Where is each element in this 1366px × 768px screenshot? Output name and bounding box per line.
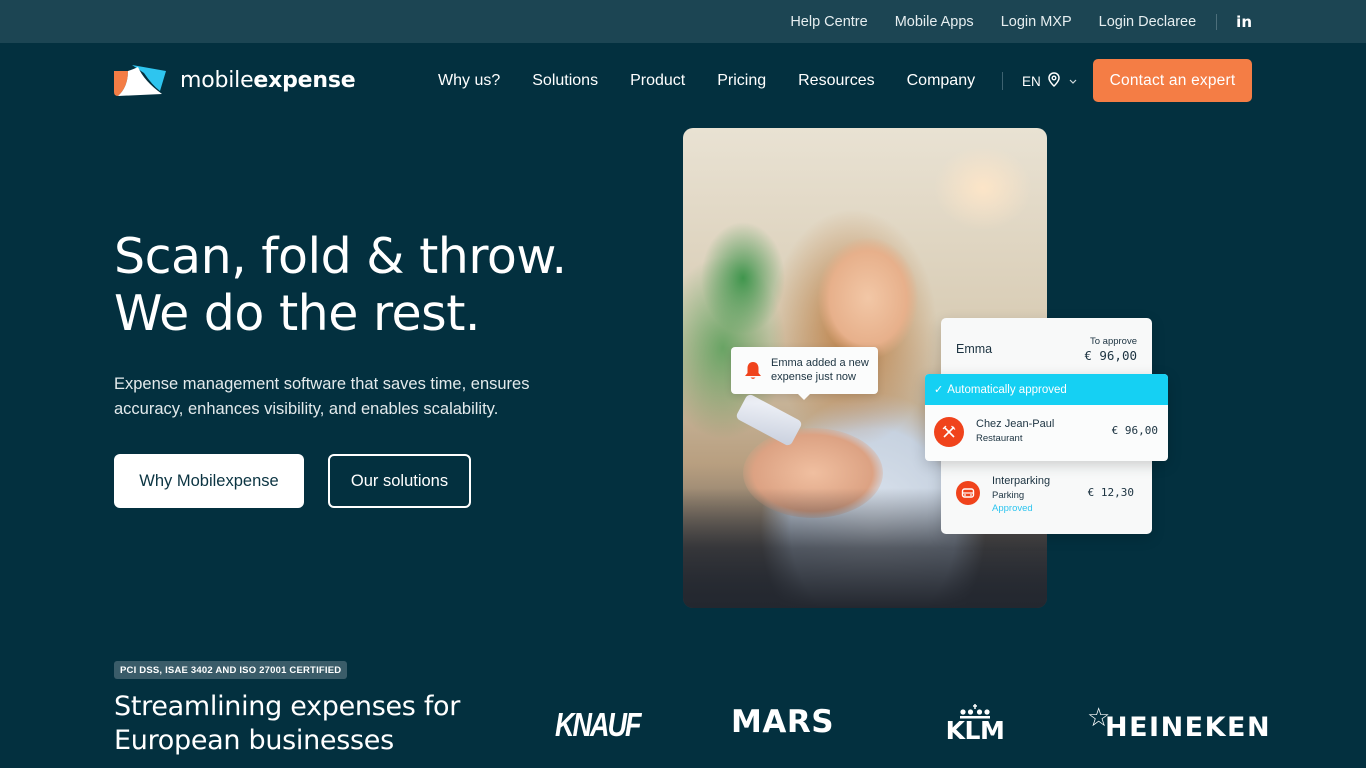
mobile-apps-link[interactable]: Mobile Apps xyxy=(895,14,974,30)
checkmark-icon: ✓ xyxy=(934,384,944,396)
klm-logo: KLM xyxy=(943,704,1007,744)
star-icon: ☆ xyxy=(1087,703,1112,733)
chevron-down-icon xyxy=(1069,76,1077,86)
certification-badge: PCI DSS, ISAE 3402 AND ISO 27001 CERTIFI… xyxy=(114,661,348,679)
utility-links: Help Centre Mobile Apps Login MXP Login … xyxy=(790,0,1252,43)
expense-category: Parking xyxy=(992,490,1025,501)
hero-subtitle: Expense management software that saves t… xyxy=(114,375,530,418)
logo-mark-icon xyxy=(114,65,166,96)
klm-text: KLM xyxy=(945,716,1005,745)
main-navigation: mobileexpense Why us? Solutions Product … xyxy=(0,43,1366,119)
utility-bar: Help Centre Mobile Apps Login MXP Login … xyxy=(0,0,1366,43)
merchant-name: Interparking xyxy=(992,475,1051,487)
expense-amount: € 12,30 xyxy=(1087,486,1134,499)
notification-line-1: Emma added a new xyxy=(771,357,869,369)
why-mobilexpense-button[interactable]: Why Mobilexpense xyxy=(114,454,304,508)
hero-title-line-2: We do the rest. xyxy=(114,285,480,342)
nav-item-solutions[interactable]: Solutions xyxy=(532,72,598,90)
hero-title: Scan, fold & throw. We do the rest. xyxy=(114,228,567,342)
banner-text: Automatically approved xyxy=(947,383,1067,396)
approver-name: Emma xyxy=(956,342,993,356)
our-solutions-button[interactable]: Our solutions xyxy=(328,454,471,508)
expense-status: Approved xyxy=(992,503,1033,514)
language-code: EN xyxy=(1022,73,1041,89)
notification-line-2: expense just now xyxy=(771,370,856,383)
mars-logo: MARS xyxy=(731,704,835,740)
merchant-name: Chez Jean-Paul xyxy=(976,418,1055,430)
notification-bubble: Emma added a new expense just now xyxy=(731,347,878,400)
expense-row-parking: Interparking Parking Approved € 12,30 xyxy=(941,468,1152,518)
help-centre-link[interactable]: Help Centre xyxy=(790,14,867,30)
logo[interactable]: mobileexpense xyxy=(114,65,356,96)
hero-title-line-1: Scan, fold & throw. xyxy=(114,228,567,285)
logo-text-bold: expense xyxy=(253,68,356,93)
bell-icon xyxy=(743,361,763,381)
knauf-logo: KNAUF xyxy=(555,706,641,744)
approval-status: To approve xyxy=(1089,336,1137,347)
auto-approved-banner: ✓ Automatically approved xyxy=(925,374,1168,405)
nav-item-pricing[interactable]: Pricing xyxy=(717,72,766,90)
nav-divider xyxy=(1002,72,1003,90)
nav-menu: Why us? Solutions Product Pricing Resour… xyxy=(438,43,975,119)
expense-category: Restaurant xyxy=(976,433,1023,444)
contact-expert-button[interactable]: Contact an expert xyxy=(1093,59,1252,102)
heineken-text: HEINEKEN xyxy=(1105,712,1272,743)
approval-total: € 96,00 xyxy=(1084,348,1137,363)
car-icon xyxy=(956,481,980,505)
location-pin-icon xyxy=(1048,72,1060,90)
linkedin-icon[interactable]: in xyxy=(1236,13,1252,31)
login-declaree-link[interactable]: Login Declaree xyxy=(1099,14,1197,30)
logo-text-light: mobile xyxy=(180,68,254,93)
nav-item-why-us[interactable]: Why us? xyxy=(438,72,500,90)
divider xyxy=(1216,13,1218,30)
notification-text: Emma added a new expense just now xyxy=(771,357,869,384)
nav-item-product[interactable]: Product xyxy=(630,72,685,90)
expense-amount: € 96,00 xyxy=(1111,424,1158,437)
heineken-logo: ☆ HEINEKEN xyxy=(1087,703,1272,743)
auto-approved-card: ✓ Automatically approved Chez Jean-Paul … xyxy=(925,374,1168,461)
klm-crown-icon xyxy=(960,704,990,719)
login-mxp-link[interactable]: Login MXP xyxy=(1001,14,1072,30)
nav-item-company[interactable]: Company xyxy=(907,72,975,90)
language-selector[interactable]: EN xyxy=(1022,43,1077,119)
nav-item-resources[interactable]: Resources xyxy=(798,72,874,90)
logo-wordmark: mobileexpense xyxy=(180,68,356,93)
client-logos: KNAUF MARS KLM ☆ HEINEKEN xyxy=(0,700,1366,760)
fork-knife-icon xyxy=(934,417,964,447)
